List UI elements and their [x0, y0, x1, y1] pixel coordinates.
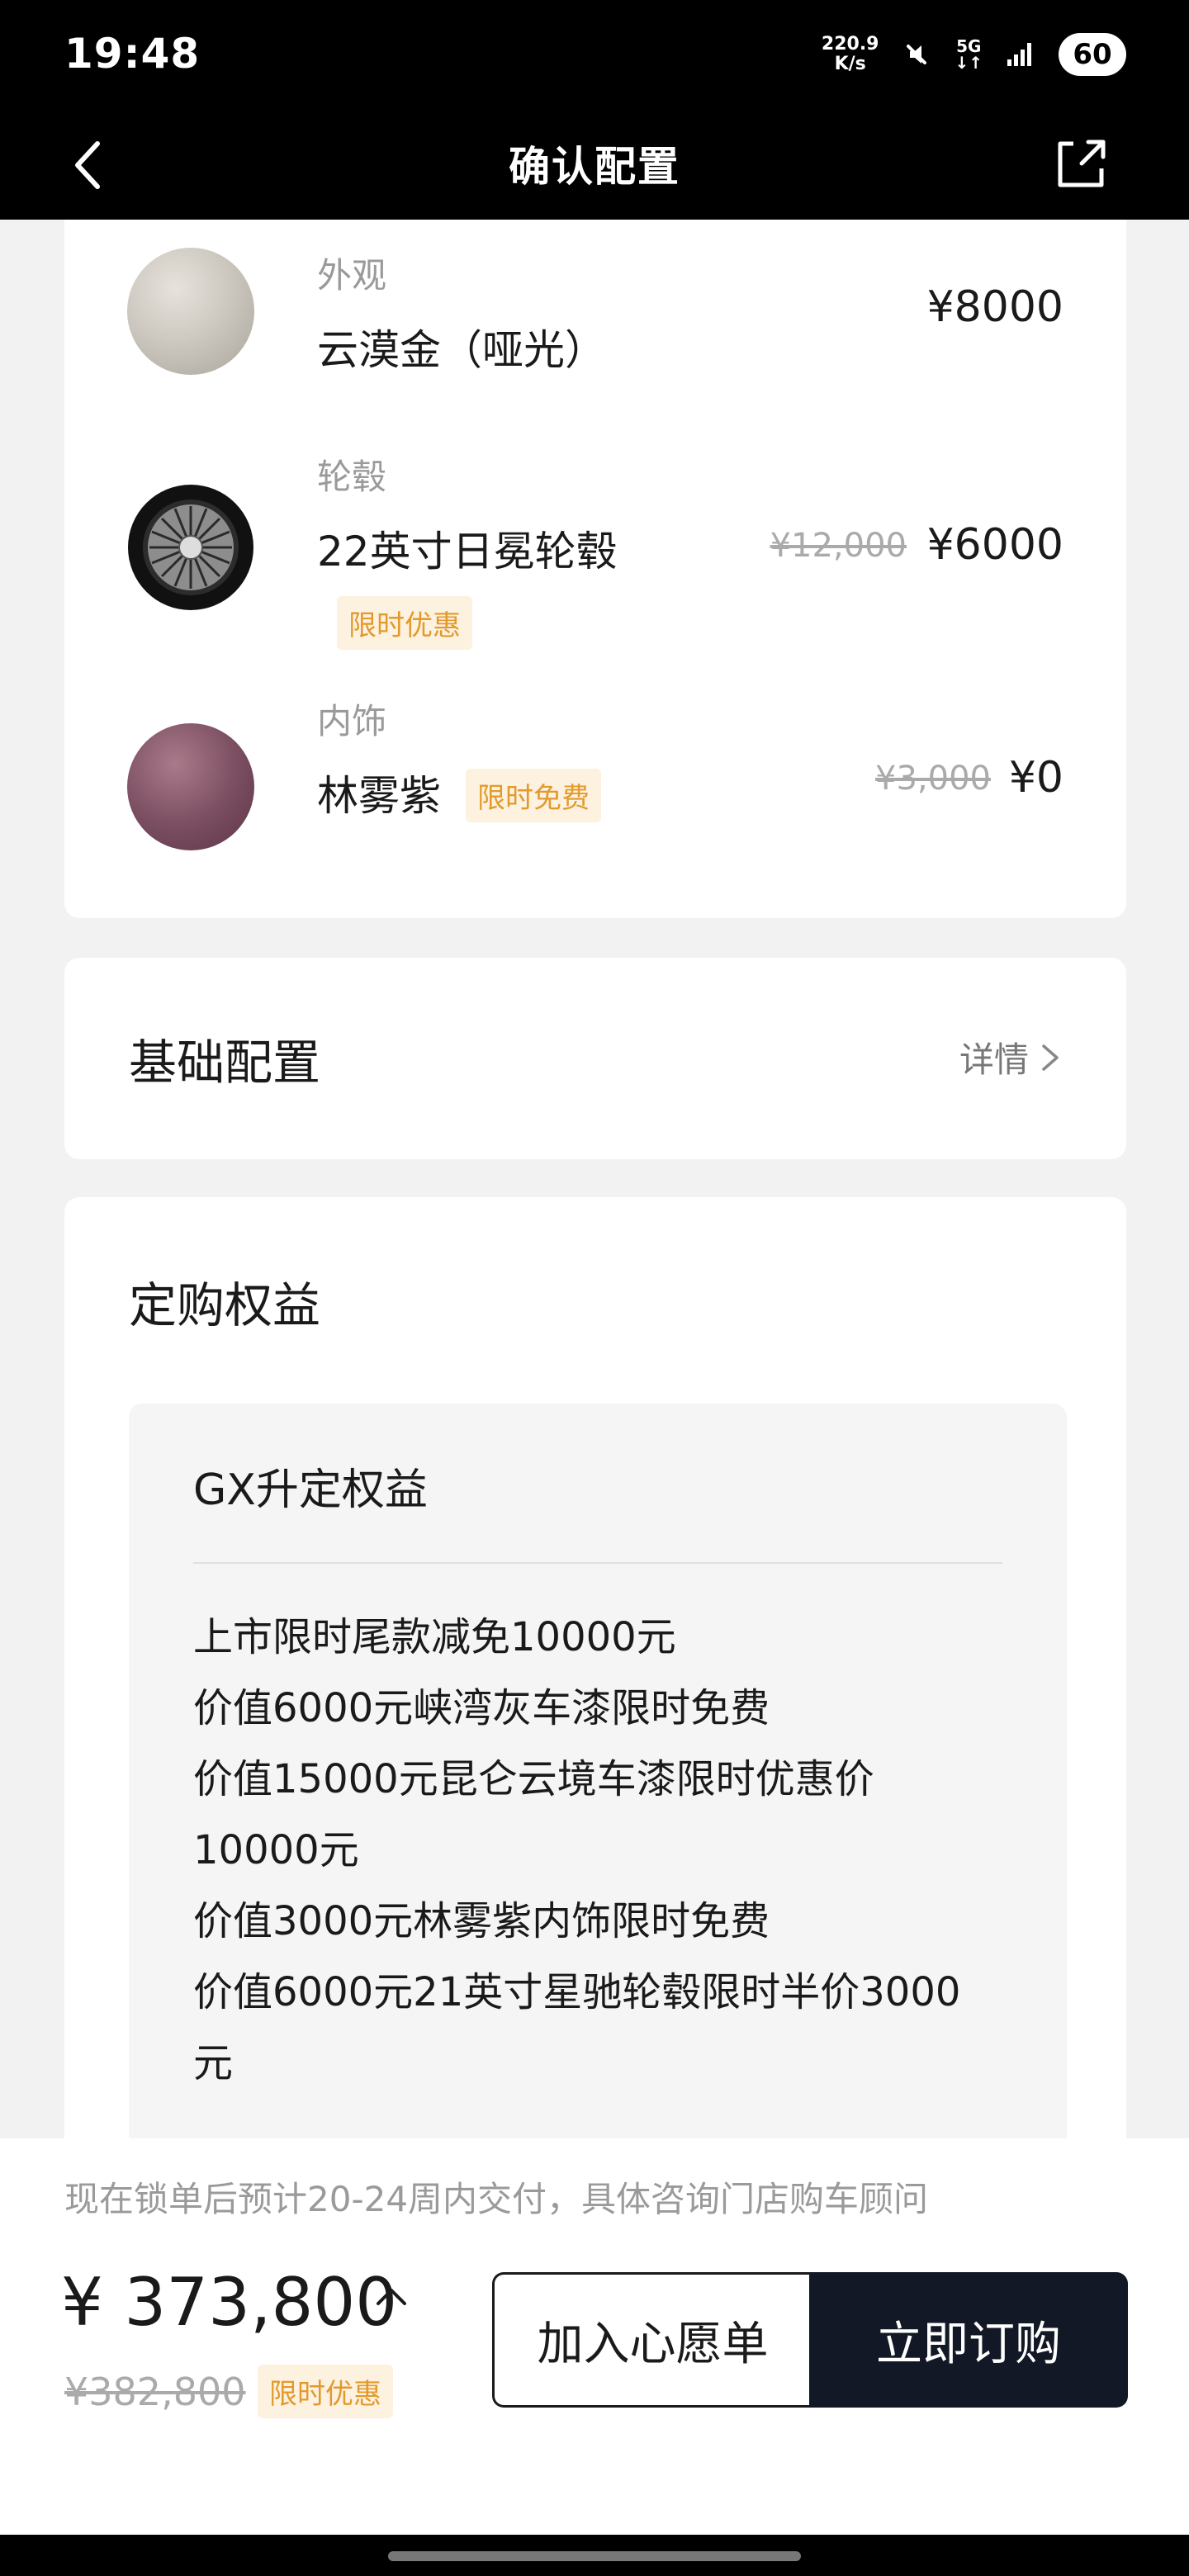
delivery-note: 现在锁单后预计20-24周内交付，具体咨询门店购车顾问	[64, 2179, 929, 2219]
mute-icon	[907, 45, 927, 64]
chevron-right-icon	[1042, 1044, 1059, 1071]
option-category: 外观	[317, 255, 387, 296]
benefit-item: 上市限时尾款减免10000元	[193, 1614, 676, 1660]
network-type: 5G ↓↑	[955, 36, 983, 73]
benefits-list: 上市限时尾款减免10000元 价值6000元峡湾灰车漆限时免费 价值15000元…	[193, 1602, 968, 2099]
interior-color-swatch	[127, 723, 254, 850]
promo-tag: 限时优惠	[337, 596, 472, 650]
benefits-card: 定购权益 GX升定权益 上市限时尾款减免10000元 价值6000元峡湾灰车漆限…	[64, 1197, 1126, 2229]
selected-options-card: 外观 云漠金（哑光） ¥8000 轮毂 22英寸日冕轮毂 限时优惠 ¥12,00…	[64, 220, 1126, 918]
option-wheels: 轮毂 22英寸日冕轮毂 限时优惠 ¥12,000 ¥6000	[64, 426, 1126, 674]
option-name: 林雾紫 限时免费	[317, 763, 601, 826]
option-original-price: ¥3,000	[875, 760, 991, 798]
system-nav-bar	[0, 2535, 1189, 2576]
benefits-title: 定购权益	[129, 1277, 321, 1333]
wheel-image	[128, 485, 253, 610]
option-exterior: 外观 云漠金（哑光） ¥8000	[64, 220, 1126, 426]
net-speed: 220.9 K/s	[821, 34, 879, 74]
free-tag: 限时免费	[466, 769, 601, 822]
option-name: 云漠金（哑光）	[317, 326, 606, 374]
option-interior: 内饰 林雾紫 限时免费 ¥3,000 ¥0	[64, 674, 1126, 905]
benefits-box: GX升定权益 上市限时尾款减免10000元 价值6000元峡湾灰车漆限时免费 价…	[129, 1404, 1067, 2229]
chevron-up-icon[interactable]	[373, 2284, 410, 2308]
benefit-item: 价值6000元21英寸星驰轮毂限时半价3000元	[193, 1969, 961, 2086]
option-price: ¥6000	[926, 520, 1063, 570]
basic-config-card[interactable]: 基础配置 详情	[64, 958, 1126, 1159]
status-time: 19:48	[64, 30, 201, 78]
status-bar: 19:48 220.9 K/s 5G ↓↑ 60	[0, 0, 1189, 107]
option-price: ¥0	[1008, 753, 1063, 803]
order-now-button[interactable]: 立即订购	[809, 2272, 1128, 2408]
benefit-item: 价值15000元昆仑云境车漆限时优惠价10000元	[193, 1756, 874, 1873]
page-title: 确认配置	[509, 143, 680, 191]
benefit-item: 价值3000元林雾紫内饰限时免费	[193, 1898, 770, 1944]
divider	[193, 1562, 1002, 1564]
benefits-box-title: GX升定权益	[193, 1466, 428, 1515]
option-price: ¥8000	[926, 282, 1063, 332]
option-category: 内饰	[317, 701, 387, 741]
option-name: 22英寸日冕轮毂	[317, 528, 618, 575]
battery-indicator: 60	[1059, 33, 1126, 76]
add-to-wishlist-button[interactable]: 加入心愿单	[492, 2272, 811, 2408]
home-indicator[interactable]	[388, 2551, 801, 2561]
promo-tag: 限时优惠	[258, 2365, 393, 2418]
status-icons: 220.9 K/s 5G ↓↑ 60	[822, 31, 1126, 78]
detail-link[interactable]: 详情	[959, 1032, 1060, 1082]
total-price[interactable]: ¥ 373,800	[61, 2264, 397, 2341]
signal-icon	[1007, 43, 1031, 66]
exterior-color-swatch	[127, 248, 254, 375]
original-total-price: ¥382,800	[64, 2370, 246, 2414]
checkout-bar: 现在锁单后预计20-24周内交付，具体咨询门店购车顾问 ¥ 373,800 ¥3…	[0, 2138, 1189, 2535]
nav-bar: 确认配置	[0, 107, 1189, 220]
option-category: 轮毂	[317, 457, 387, 497]
option-original-price: ¥12,000	[770, 527, 907, 565]
basic-config-title: 基础配置	[129, 1035, 321, 1091]
benefit-item: 价值6000元峡湾灰车漆限时免费	[193, 1685, 770, 1731]
share-icon[interactable]	[1049, 130, 1115, 197]
